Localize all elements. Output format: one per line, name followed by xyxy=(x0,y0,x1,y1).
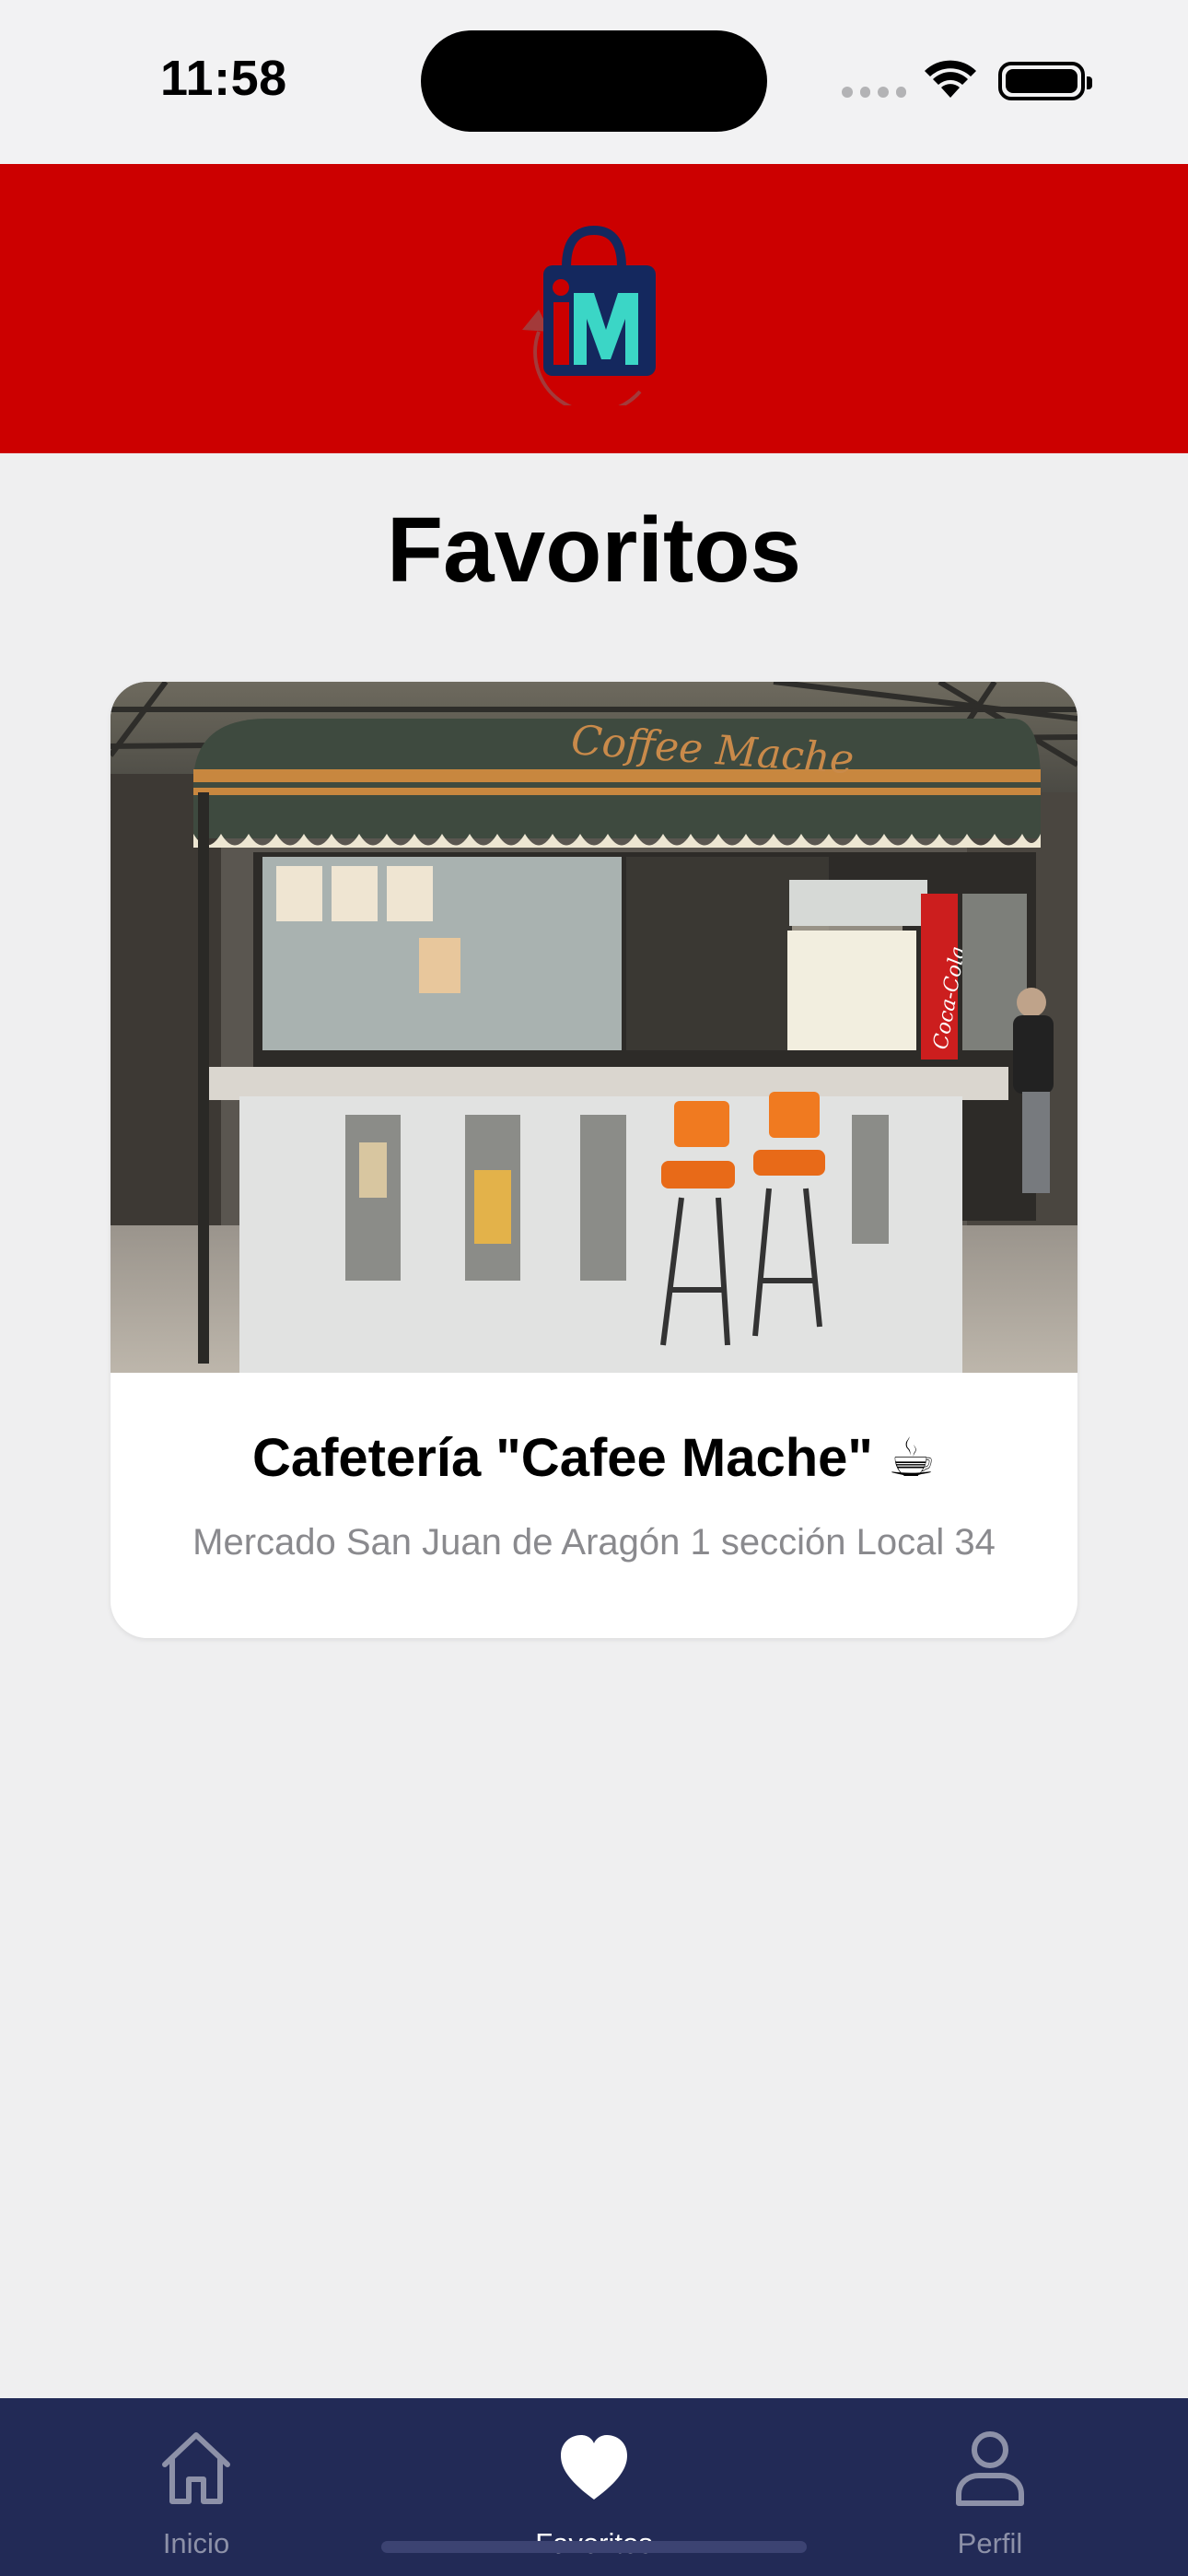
tab-inicio[interactable]: Inicio xyxy=(58,2398,334,2576)
heart-icon xyxy=(561,2435,627,2500)
wifi-icon xyxy=(925,60,976,98)
tab-inicio-label: Inicio xyxy=(162,2527,230,2559)
page-title: Favoritos xyxy=(386,498,802,602)
tab-perfil-label: Perfil xyxy=(957,2527,1023,2559)
status-bar: 11:58 xyxy=(0,0,1188,164)
cafe-photo: Coffee Mache Coca-Cola xyxy=(111,682,1077,1373)
favorite-name: Cafetería "Cafee Mache" ☕ xyxy=(251,1428,937,1488)
favorite-address: Mercado San Juan de Aragón 1 sección Loc… xyxy=(192,1522,996,1563)
home-icon xyxy=(162,2432,230,2504)
favorite-card[interactable]: Coffee Mache Coca-Cola Cafetería "Cafee … xyxy=(111,682,1077,1638)
tab-perfil[interactable]: Perfil xyxy=(852,2398,1128,2576)
home-indicator[interactable] xyxy=(381,2541,807,2553)
cellular-signal-icon xyxy=(842,87,906,98)
status-time: 11:58 xyxy=(160,51,287,106)
battery-icon xyxy=(998,62,1092,100)
app-screen: 11:58 Favoritos Coffee Mache Coca-Cola C… xyxy=(0,0,1188,2576)
app-logo xyxy=(522,225,656,405)
person-icon xyxy=(956,2431,1024,2506)
dynamic-island xyxy=(421,30,767,132)
